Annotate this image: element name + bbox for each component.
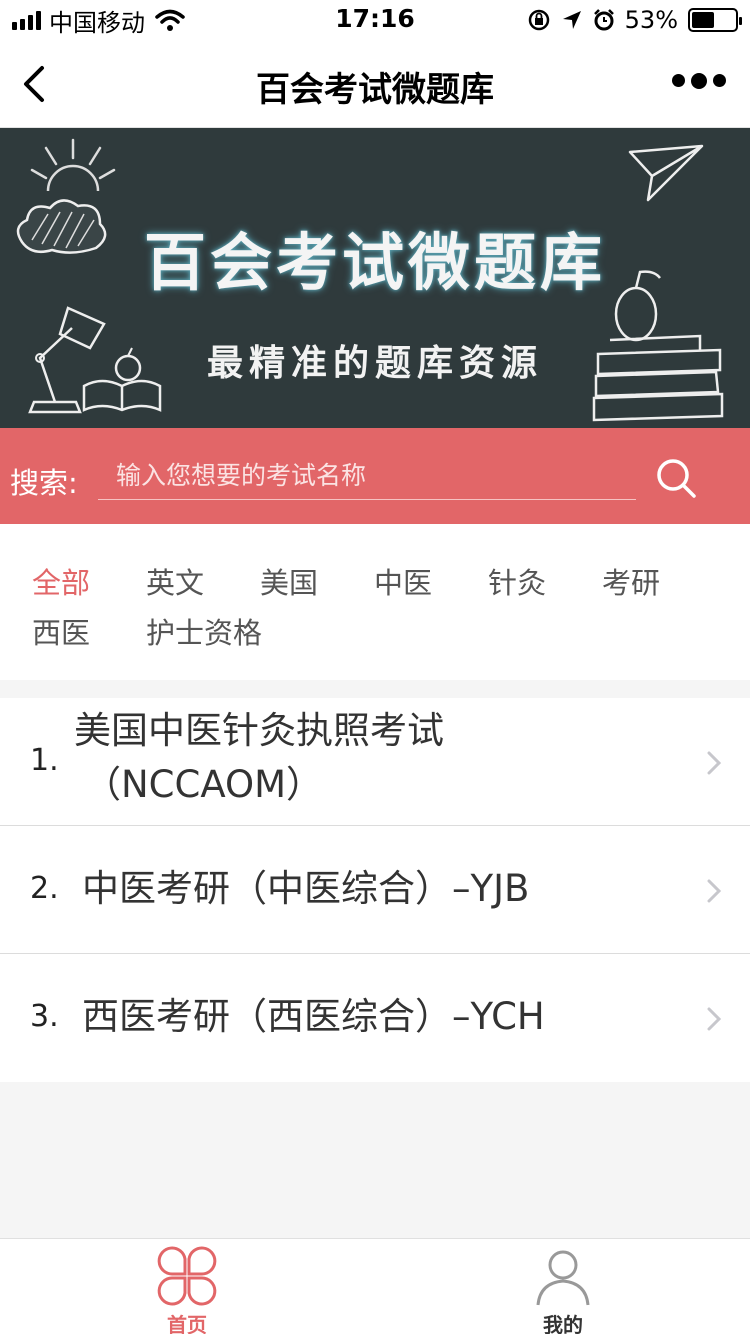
person-icon	[536, 1250, 590, 1306]
chevron-right-icon	[707, 1007, 722, 1031]
more-dots-icon[interactable]	[672, 73, 726, 89]
page-title: 百会考试微题库	[256, 70, 494, 110]
category-western-medicine[interactable]: 西医	[32, 610, 90, 652]
nav-bar: 百会考试微题库	[0, 40, 750, 128]
category-nurse-qualification[interactable]: 护士资格	[146, 610, 262, 652]
search-label: 搜索:	[10, 466, 78, 500]
tab-mine-label: 我的	[543, 1313, 583, 1334]
tab-home[interactable]: 首页	[112, 1239, 262, 1334]
category-tcm[interactable]: 中医	[374, 560, 432, 602]
exam-number: 3.	[30, 999, 59, 1034]
exam-number: 2.	[30, 871, 59, 906]
exam-list: 1. 美国中医针灸执照考试 （NCCAOM） 2. 中医考研（中医综合）–YJB…	[0, 698, 750, 1082]
banner-title: 百会考试微题库	[143, 226, 606, 299]
paper-plane-icon	[628, 144, 704, 202]
exam-name: 中医考研（中医综合）–YJB	[82, 867, 530, 910]
status-right: 53%	[527, 6, 742, 34]
category-all[interactable]: 全部	[32, 560, 90, 602]
clover-home-icon	[157, 1246, 217, 1306]
battery-percent: 53%	[624, 6, 678, 34]
tab-home-label: 首页	[167, 1313, 207, 1334]
banner: 百会考试微题库 最精准的题库资源	[0, 128, 750, 428]
exam-name-suffix: （NCCAOM）	[84, 763, 324, 806]
list-item[interactable]: 3. 西医考研（西医综合）–YCH	[0, 954, 750, 1082]
list-item[interactable]: 2. 中医考研（中医综合）–YJB	[0, 826, 750, 954]
location-arrow-icon	[562, 11, 581, 29]
category-postgrad[interactable]: 考研	[602, 560, 660, 602]
tab-mine[interactable]: 我的	[488, 1239, 638, 1334]
battery-icon	[688, 8, 742, 32]
list-item[interactable]: 1. 美国中医针灸执照考试 （NCCAOM）	[0, 698, 750, 826]
exam-name: 美国中医针灸执照考试	[74, 709, 444, 752]
exam-name: 西医考研（西医综合）–YCH	[82, 995, 545, 1038]
category-acupuncture[interactable]: 针灸	[488, 560, 546, 602]
search-bar: 搜索:	[0, 428, 750, 524]
chevron-right-icon	[707, 751, 722, 775]
tab-bar: 首页 我的	[0, 1238, 750, 1334]
category-filter: 全部 英文 美国 中医 针灸 考研 西医 护士资格	[0, 524, 750, 680]
search-input[interactable]	[98, 454, 636, 500]
chevron-right-icon	[707, 879, 722, 903]
banner-subtitle: 最精准的题库资源	[206, 343, 543, 384]
exam-number: 1.	[30, 743, 59, 778]
status-bar: 中国移动 17:16 53%	[0, 0, 750, 40]
orientation-lock-icon	[528, 9, 549, 31]
alarm-icon	[593, 9, 614, 31]
battery-level-fill	[692, 12, 715, 28]
search-icon[interactable]	[654, 456, 698, 500]
category-english[interactable]: 英文	[146, 560, 204, 602]
category-usa[interactable]: 美国	[260, 560, 318, 602]
